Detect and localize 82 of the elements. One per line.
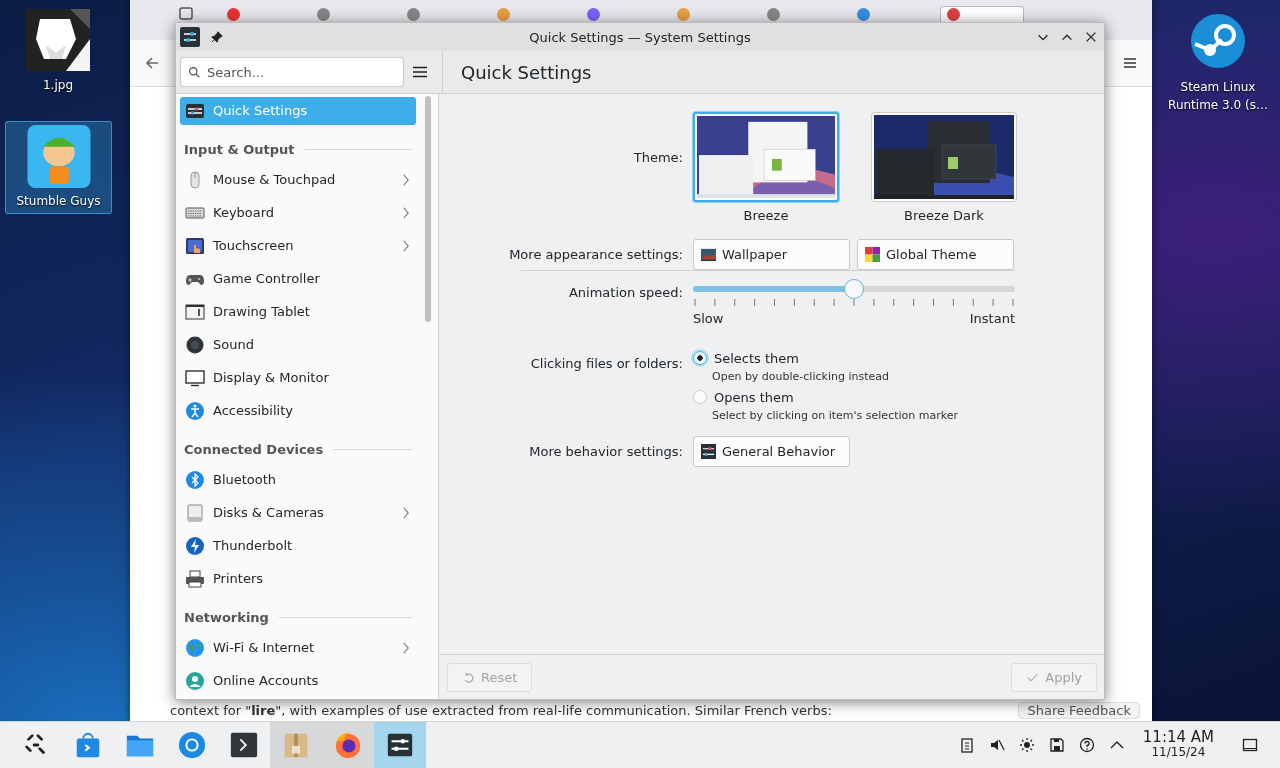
bluetooth-icon <box>185 469 205 490</box>
settings-button[interactable]: General Behavior <box>693 436 850 467</box>
save-icon[interactable] <box>1048 737 1065 753</box>
field-label: Theme: <box>632 150 683 165</box>
clock[interactable]: 11:14 AM 11/15/24 <box>1138 730 1222 760</box>
sidebar-item[interactable]: Wi-Fi & Internet <box>180 633 416 662</box>
globe-icon <box>185 637 205 658</box>
settings-button[interactable]: Global Theme <box>857 239 1014 270</box>
section-heading: Connected Devices <box>184 441 324 457</box>
back-icon[interactable] <box>144 55 160 71</box>
field-label: More behavior settings: <box>528 443 683 459</box>
app-icon <box>1191 14 1245 68</box>
chevron-icon <box>401 238 410 253</box>
browser-icon <box>177 730 207 760</box>
page-title: Quick Settings <box>461 61 592 83</box>
palette-icon <box>865 247 880 262</box>
access-icon <box>185 400 205 421</box>
sound-icon <box>185 334 205 355</box>
wallpaper-icon <box>701 247 716 262</box>
bolt-icon <box>185 535 205 556</box>
sidebar-item[interactable]: Accessibility <box>180 396 416 425</box>
chevron-icon <box>401 205 410 220</box>
terminal-icon <box>229 730 259 760</box>
printer-icon <box>185 568 205 589</box>
taskbar-button[interactable] <box>322 722 374 768</box>
option-description: Select by clicking on item's selection marker <box>711 409 959 422</box>
sidebar-item[interactable]: Touchscreen <box>180 231 416 260</box>
pin-icon[interactable] <box>210 30 224 44</box>
radio-option[interactable]: Selects them <box>693 348 799 368</box>
chevron-icon <box>401 640 410 655</box>
sidebar-item[interactable]: Keyboard <box>180 198 416 227</box>
sidebar-item[interactable]: Drawing Tablet <box>180 297 416 326</box>
theme-name: Breeze Dark <box>904 208 984 223</box>
help-icon[interactable] <box>1078 737 1095 753</box>
field-label: Clicking files or folders: <box>529 355 683 371</box>
theme-name: Breeze <box>743 208 789 223</box>
clipboard-icon[interactable] <box>958 737 975 753</box>
field-label: Animation speed: <box>567 284 683 300</box>
sidebar-item[interactable]: Thunderbolt <box>180 531 416 560</box>
section-heading: Input & Output <box>184 141 295 157</box>
desktop-icon[interactable]: Stumble Guys <box>5 121 112 214</box>
sidebar-item[interactable]: Online Accounts <box>180 666 416 695</box>
settings-button[interactable]: Wallpaper <box>693 239 850 270</box>
accounts-icon <box>185 670 205 691</box>
radio-option[interactable]: Opens them <box>693 387 794 407</box>
show-desktop-icon[interactable] <box>1242 737 1258 753</box>
sidebar-item[interactable]: Bluetooth <box>180 465 416 494</box>
menu-icon[interactable] <box>1122 55 1138 71</box>
tab-list-icon[interactable] <box>178 5 194 21</box>
undo-icon <box>462 670 475 684</box>
touch-icon <box>185 235 205 256</box>
search-icon <box>188 66 201 79</box>
browser-tab[interactable] <box>940 6 1024 22</box>
speed-slider[interactable] <box>693 279 1015 299</box>
fox-icon <box>333 730 363 760</box>
sidebar-item[interactable]: Sound <box>180 330 416 359</box>
display-icon <box>185 367 205 388</box>
window-title: Quick Settings — System Settings <box>529 29 751 45</box>
close-icon[interactable] <box>1084 30 1098 44</box>
sidebar-item[interactable]: Mouse & Touchpad <box>180 165 416 194</box>
slider-max-label: Instant <box>969 311 1015 326</box>
chevron-icon <box>401 172 410 187</box>
option-description: Open by double-clicking instead <box>711 370 890 383</box>
field-label: More appearance settings: <box>508 246 683 262</box>
search-field[interactable]: Search... <box>180 57 404 87</box>
muted-speaker-icon[interactable] <box>988 737 1005 753</box>
sliders-icon <box>701 444 716 459</box>
brightness-icon[interactable] <box>1018 737 1035 753</box>
sidebar-item[interactable]: Display & Monitor <box>180 363 416 392</box>
taskbar-button[interactable] <box>374 722 426 768</box>
section-heading: Networking <box>184 609 269 625</box>
tablet-icon <box>185 301 205 322</box>
character-icon <box>26 125 91 188</box>
page-text: context for "lire", with examples of use extracted from real-life communication. Similar French verbs: <box>170 703 832 719</box>
sidebar-item[interactable]: Game Controller <box>180 264 416 293</box>
sidebar-item[interactable]: Printers <box>180 564 416 593</box>
slider-min-label: Slow <box>693 311 724 326</box>
feedback-button[interactable]: Share Feedback <box>1018 702 1140 719</box>
chevron-icon <box>401 505 410 520</box>
sliders-icon[interactable] <box>180 27 200 47</box>
sidebar-item[interactable]: Disks & Cameras <box>180 498 416 527</box>
menu-icon[interactable] <box>412 64 428 80</box>
